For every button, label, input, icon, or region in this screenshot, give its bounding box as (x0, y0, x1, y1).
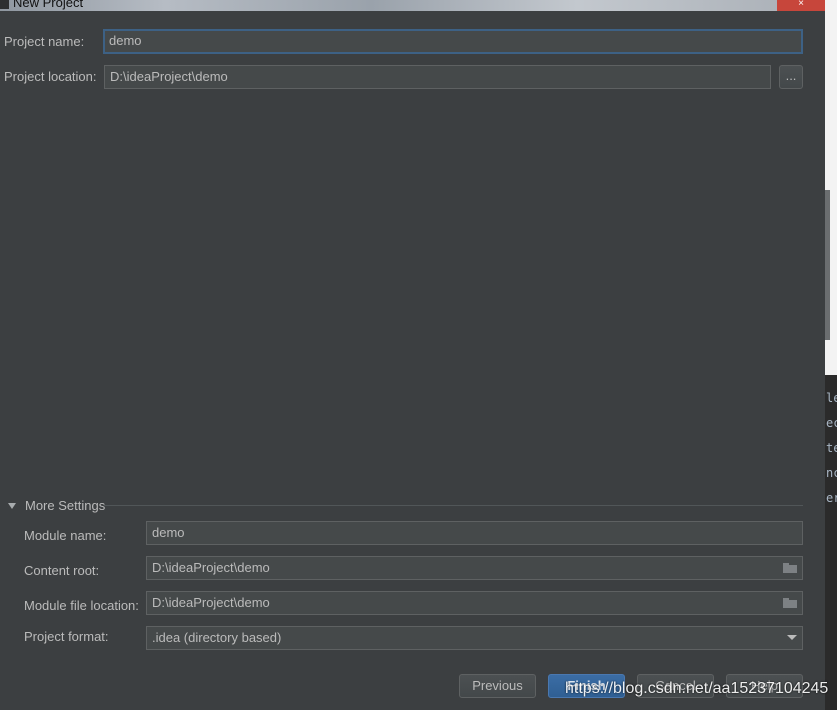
dialog-scrollbar[interactable] (825, 190, 830, 340)
collapse-triangle-icon[interactable] (8, 503, 16, 509)
previous-button[interactable]: Previous (459, 674, 536, 698)
project-format-label: Project format: (24, 629, 109, 644)
more-settings-divider (104, 505, 803, 506)
browse-location-button[interactable]: ... (779, 65, 803, 89)
project-name-label: Project name: (4, 34, 85, 49)
background-editor: le ec te nc er (825, 0, 837, 710)
project-location-input[interactable]: D:\ideaProject\demo (104, 65, 771, 89)
module-name-label: Module name: (24, 528, 107, 543)
code-fragment: te (826, 441, 837, 455)
code-fragment: le (826, 391, 837, 405)
module-name-input[interactable]: demo (146, 521, 803, 545)
window-titlebar: New Project × (0, 0, 825, 11)
project-format-select[interactable]: .idea (directory based) (146, 626, 803, 650)
code-fragment: ec (826, 416, 837, 430)
more-settings-toggle[interactable]: More Settings (25, 498, 105, 513)
background-editor-code: le ec te nc er (825, 375, 837, 710)
code-fragment: nc (826, 466, 837, 480)
intellij-app-icon (0, 0, 9, 9)
code-fragment: er (826, 491, 837, 505)
close-icon: × (798, 0, 804, 9)
chevron-down-icon[interactable] (787, 635, 797, 640)
window-title: New Project (13, 0, 84, 10)
close-window-button[interactable]: × (777, 0, 825, 11)
module-file-location-label: Module file location: (24, 598, 139, 613)
watermark-url: https://blog.csdn.net/aa15237104245 (565, 680, 829, 697)
project-name-input[interactable]: demo (103, 29, 803, 54)
folder-icon[interactable] (783, 563, 797, 573)
content-root-label: Content root: (24, 563, 100, 578)
module-file-location-input[interactable]: D:\ideaProject\demo (146, 591, 803, 615)
folder-icon[interactable] (783, 598, 797, 608)
content-root-input[interactable]: D:\ideaProject\demo (146, 556, 803, 580)
project-location-label: Project location: (4, 69, 97, 84)
